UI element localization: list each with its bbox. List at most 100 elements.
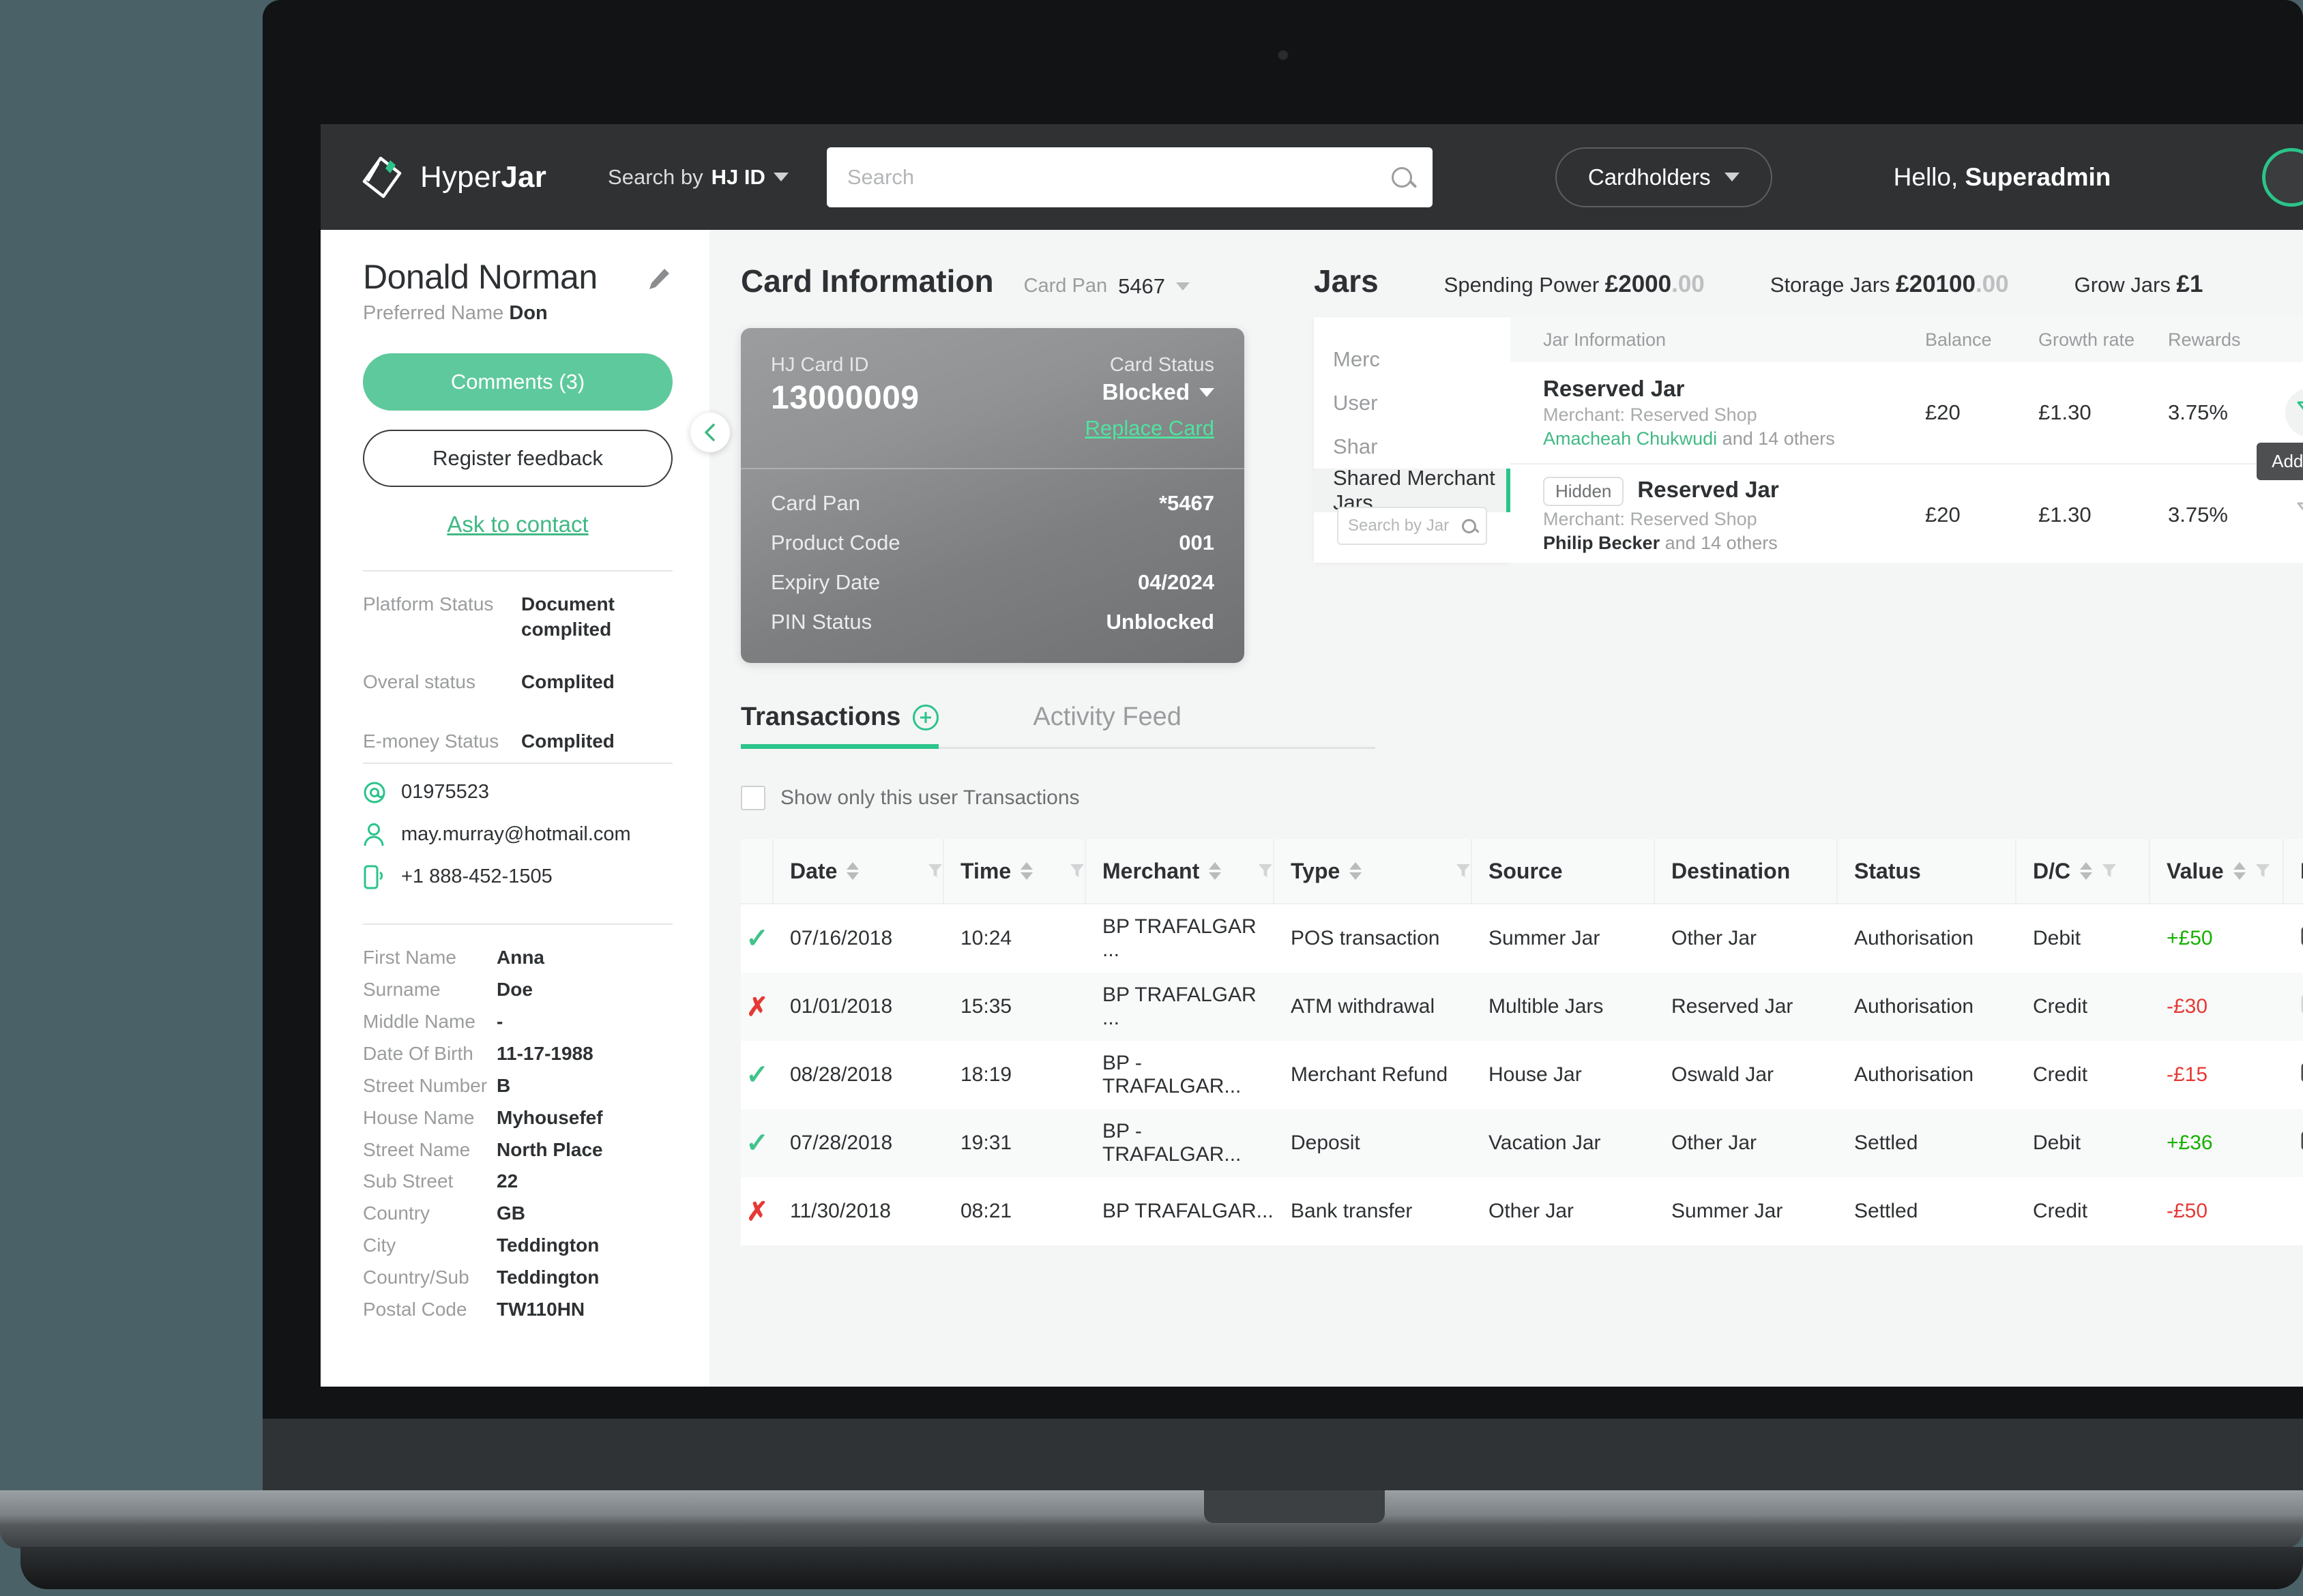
jar-others[interactable]: and 14 others [1722,428,1835,449]
sort-icon[interactable] [2233,862,2246,880]
table-row[interactable]: ✗ 11/30/2018 08:21 BP TRAFALGAR... Bank … [741,1177,2303,1245]
card-detail-row: Product Code 001 [771,531,1214,555]
hj-card-id-label: HJ Card ID [771,354,869,376]
th-date[interactable]: Date [774,839,944,903]
th-type-label: Type [1291,858,1340,883]
th-time[interactable]: Time [944,839,1086,903]
detail-label: Street Number [363,1074,488,1096]
search-icon[interactable] [1462,518,1476,533]
screen: HyperJar Search by HJ ID Cardholders Hel… [321,124,2303,1387]
contact-row-phone[interactable]: +1 888-452-1505 [363,863,673,891]
show-only-user-transactions-row[interactable]: Show only this user Transactions [741,786,2303,810]
card-pan-dropdown[interactable]: Card Pan 5467 [1024,274,1190,299]
status-badge: Hidden [1543,476,1624,506]
filter-icon[interactable] [1070,863,1085,879]
cell-source: Summer Jar [1488,927,1600,949]
avatar[interactable] [2262,147,2303,207]
cell-status: Settled [1854,1200,1918,1222]
cell-notes[interactable]: 3 [2284,925,2303,952]
jar-actions [2285,388,2303,437]
note-icon[interactable] [2300,925,2303,952]
table-row[interactable]: ✓ 08/28/2018 18:19 BP - TRAFALGAR... Mer… [741,1041,2303,1109]
filter-remove-icon[interactable] [2295,499,2303,531]
register-feedback-button[interactable]: Register feedback [363,430,673,487]
contact-row-email[interactable]: may.murray@hotmail.com [363,821,673,848]
cell-destination: Oswald Jar [1671,1063,1774,1086]
filter-icon[interactable] [1258,863,1273,879]
th-source[interactable]: Source [1472,839,1655,903]
card-status-dropdown[interactable]: Blocked [1085,379,1214,405]
detail-value: North Place [497,1138,603,1160]
tab-transactions[interactable]: Transactions [741,703,939,749]
cell-source: Vacation Jar [1488,1132,1601,1154]
comments-button[interactable]: Comments (3) [363,353,673,411]
table-row[interactable]: ✓ 07/28/2018 19:31 BP - TRAFALGAR... Dep… [741,1109,2303,1177]
edit-pencil-icon[interactable] [645,265,673,293]
filter-icon[interactable] [2255,863,2270,879]
filter-icon[interactable] [2102,863,2117,879]
jars-title: Jars [1314,263,1379,299]
sort-icon[interactable] [847,862,860,880]
th-status[interactable]: Status [1838,839,2016,903]
cell-type: POS transaction [1291,927,1440,949]
collapse-sidebar-button[interactable] [690,413,730,452]
greeting-username: Superadmin [1965,162,2111,191]
th-merchant[interactable]: Merchant [1086,839,1274,903]
cell-notes[interactable]: 1 [2284,1061,2303,1089]
table-row[interactable]: ✗ 01/01/2018 15:35 BP TRAFALGAR ... ATM … [741,973,2303,1041]
jar-stat-cents: .00 [1975,271,2009,297]
note-icon[interactable] [2300,993,2303,1020]
cell-date: 11/30/2018 [790,1200,891,1222]
cell-notes[interactable]: + [2284,993,2303,1020]
tab-activity-feed[interactable]: Activity Feed [1033,703,1182,747]
th-dc[interactable]: D/C [2016,839,2150,903]
brand-logo-group[interactable]: HyperJar [360,156,546,199]
detail-label: Country/Sub [363,1267,469,1288]
sort-icon[interactable] [1349,862,1362,880]
jar-tab-merchant[interactable]: Merc [1314,338,1510,381]
jar-tab-shared[interactable]: Shar [1314,425,1510,469]
search-icon[interactable] [1391,166,1412,188]
cardholders-dropdown-button[interactable]: Cardholders [1555,147,1772,207]
sort-icon[interactable] [2080,862,2093,880]
jar-tab-user[interactable]: User [1314,381,1510,425]
table-row[interactable]: ✓ 07/16/2018 10:24 BP TRAFALGAR ... POS … [741,904,2303,973]
filter-icon[interactable] [1456,863,1471,879]
jar-tab-shared-merchant-jars[interactable]: Shared Merchant Jars [1314,466,1510,514]
card-detail-label: Expiry Date [771,570,881,594]
sort-icon[interactable] [1021,862,1033,880]
overall-status-value: Complited [521,670,615,692]
detail-row: Surname Doe [363,977,673,1003]
add-transaction-icon[interactable] [913,704,939,730]
global-search-box[interactable] [826,147,1433,207]
detail-row: Country GB [363,1201,673,1226]
th-value[interactable]: Value [2150,839,2284,903]
sort-icon[interactable] [1209,862,1222,880]
ask-to-contact-link[interactable]: Ask to contact [363,512,673,537]
jar-search-box[interactable] [1337,507,1487,545]
jar-row[interactable]: Reserved Jar Merchant: Reserved Shop Ama… [1510,362,2303,480]
card-pan-dropdown-value: 5467 [1118,274,1166,298]
show-only-user-transactions-checkbox[interactable] [741,786,765,810]
search-by-selector[interactable]: Search by HJ ID [608,165,789,190]
filter-icon[interactable] [928,863,943,879]
jar-merchant: Merchant: Reserved Shop [1543,508,1757,529]
th-type[interactable]: Type [1274,839,1472,903]
jar-row[interactable]: Hidden Reserved Jar Merchant: Reserved Sh… [1510,464,2303,563]
filter-add-icon[interactable] [2285,388,2303,437]
note-icon[interactable] [2300,1129,2303,1157]
cell-date: 07/28/2018 [790,1132,893,1154]
replace-card-link[interactable]: Replace Card [1085,416,1214,441]
hyperjar-logo-icon [360,156,404,199]
cell-merchant: BP TRAFALGAR ... [1102,984,1257,1029]
search-input[interactable] [847,164,1392,190]
jar-others[interactable]: and 14 others [1665,533,1778,553]
note-icon[interactable] [2300,1061,2303,1089]
th-destination[interactable]: Destination [1655,839,1838,903]
detail-label: Surname [363,978,441,1000]
jar-search-input[interactable] [1348,516,1456,535]
contact-row-account[interactable]: 01975523 [363,779,673,806]
detail-label: First Name [363,946,456,968]
cell-notes[interactable]: + [2284,1129,2303,1157]
transactions-table-header: Date Time Merchant Type Source Destinati… [741,839,2303,904]
